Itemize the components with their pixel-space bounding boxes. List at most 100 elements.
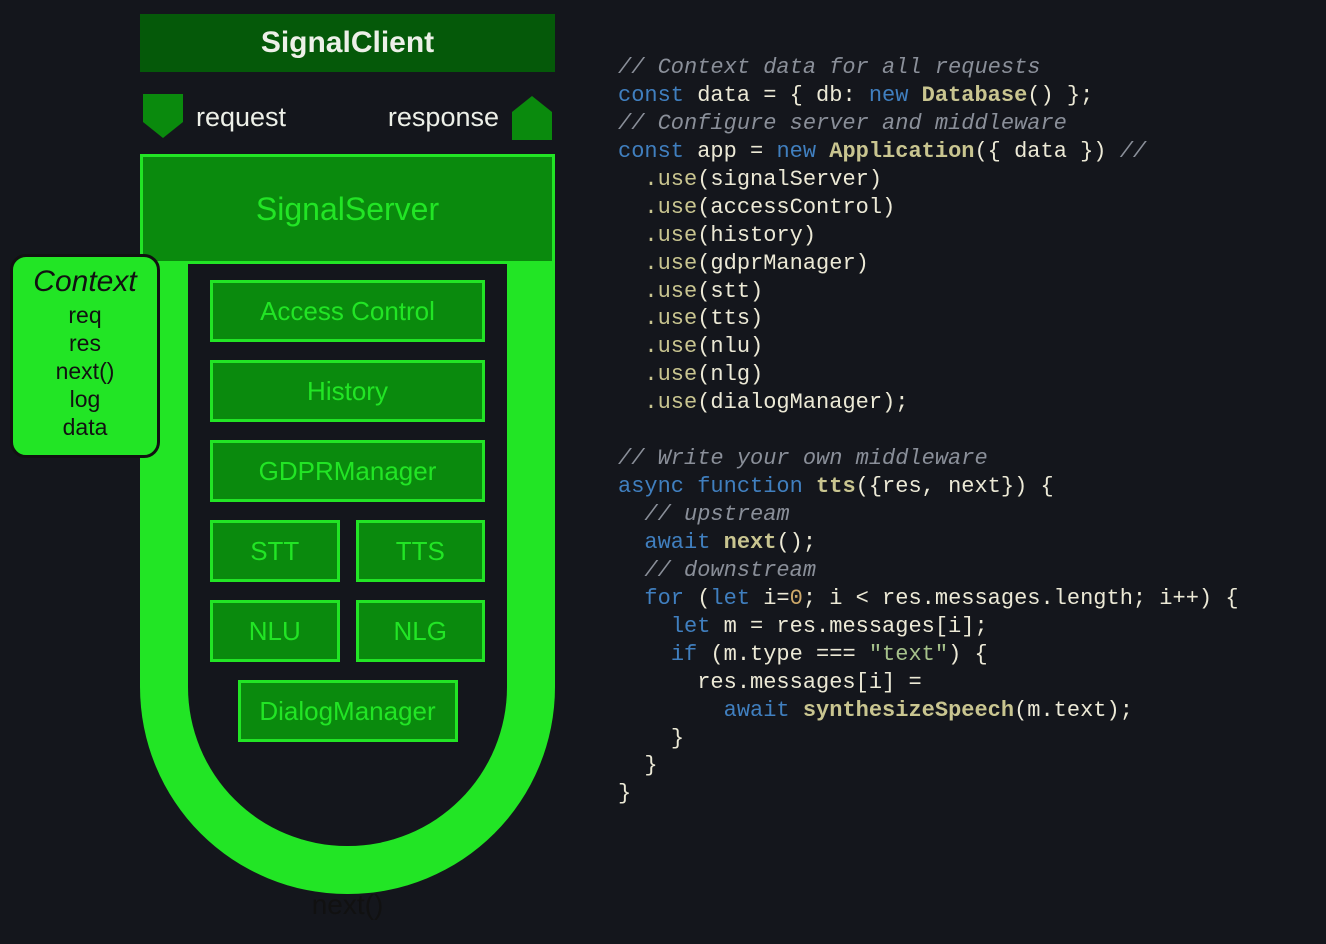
code-keyword: const — [618, 139, 684, 164]
code-call: synthesizeSpeech — [803, 698, 1014, 723]
code-punc: } — [618, 781, 631, 806]
mw-row-lang: NLU NLG — [210, 600, 485, 662]
code-listing: // Context data for all requests const d… — [618, 54, 1318, 808]
request-response-row: request response — [140, 94, 555, 140]
code-comment: // Context data for all requests — [618, 55, 1040, 80]
code-ident: stt — [710, 279, 750, 304]
code-punc: () }; — [1027, 83, 1093, 108]
code-ident: nlg — [710, 362, 750, 387]
code-punc: } — [671, 726, 684, 751]
context-items: req res next() log data — [13, 301, 157, 441]
code-method: .use — [644, 390, 697, 415]
context-item: log — [13, 385, 157, 413]
code-punc: ({res, next}) { — [856, 474, 1054, 499]
mw-dialog-manager: DialogManager — [238, 680, 458, 742]
code-method: .use — [644, 251, 697, 276]
context-title: Context — [13, 265, 157, 299]
code-string: "text" — [869, 642, 948, 667]
mw-nlu: NLU — [210, 600, 340, 662]
code-keyword: function — [697, 474, 803, 499]
signal-server-box: SignalServer — [140, 154, 555, 264]
code-keyword: async — [618, 474, 684, 499]
code-punc: m = res.messages[i]; — [710, 614, 987, 639]
request-label: request — [196, 102, 286, 133]
code-ident: signalServer — [710, 167, 868, 192]
context-item: data — [13, 413, 157, 441]
mw-label: NLG — [394, 616, 447, 647]
code-class: Database — [922, 83, 1028, 108]
code-keyword: new — [776, 139, 816, 164]
mw-label: DialogManager — [259, 696, 435, 727]
code-punc: = — [737, 139, 777, 164]
code-punc: (m.type === — [697, 642, 869, 667]
code-keyword: new — [869, 83, 909, 108]
code-punc: ( — [684, 586, 710, 611]
code-punc: ; i < res.messages.length; i++) { — [803, 586, 1239, 611]
code-keyword: let — [710, 586, 750, 611]
code-ident: db — [816, 83, 842, 108]
code-keyword: const — [618, 83, 684, 108]
code-keyword: if — [671, 642, 697, 667]
code-punc: ({ data }) — [974, 139, 1119, 164]
mw-label: TTS — [396, 536, 445, 567]
mw-tts: TTS — [356, 520, 486, 582]
mw-label: GDPRManager — [259, 456, 437, 487]
code-keyword: for — [644, 586, 684, 611]
code-method: .use — [644, 279, 697, 304]
code-number: 0 — [790, 586, 803, 611]
signal-client-label: SignalClient — [261, 26, 434, 60]
mw-row-speech: STT TTS — [210, 520, 485, 582]
code-keyword: let — [671, 614, 711, 639]
code-comment: // — [1120, 139, 1146, 164]
response-marker: response — [388, 94, 555, 140]
code-ident: history — [710, 223, 802, 248]
pipe-next-label: next() — [140, 889, 555, 921]
code-ident: gdprManager — [710, 251, 855, 276]
code-method: .use — [644, 223, 697, 248]
code-class: Application — [829, 139, 974, 164]
arrow-up-icon — [509, 94, 555, 140]
code-keyword: await — [644, 530, 710, 555]
code-fn-name: tts — [816, 474, 856, 499]
mw-stt: STT — [210, 520, 340, 582]
code-comment: // Write your own middleware — [618, 446, 988, 471]
code-punc: : — [842, 83, 868, 108]
mw-label: NLU — [249, 616, 301, 647]
code-method: .use — [644, 167, 697, 192]
context-item: req — [13, 301, 157, 329]
response-label: response — [388, 102, 499, 133]
code-punc: ) { — [948, 642, 988, 667]
code-punc: = { — [750, 83, 816, 108]
code-ident: dialogManager — [710, 390, 882, 415]
mw-access-control: Access Control — [210, 280, 485, 342]
arrow-down-icon — [140, 94, 186, 140]
code-keyword: await — [724, 698, 790, 723]
mw-gdpr: GDPRManager — [210, 440, 485, 502]
code-ident: data — [697, 83, 750, 108]
mw-label: Access Control — [260, 296, 435, 327]
code-punc: (); — [776, 530, 816, 555]
code-call: next — [724, 530, 777, 555]
code-method: .use — [644, 306, 697, 331]
architecture-diagram: SignalClient request response SignalServ… — [10, 14, 575, 934]
code-method: .use — [644, 334, 697, 359]
code-ident: accessControl — [710, 195, 882, 220]
mw-nlg: NLG — [356, 600, 486, 662]
mw-label: STT — [250, 536, 299, 567]
code-punc: } — [644, 753, 657, 778]
code-comment: // Configure server and middleware — [618, 111, 1067, 136]
code-method: .use — [644, 362, 697, 387]
signal-server-label: SignalServer — [256, 191, 439, 228]
mw-label: History — [307, 376, 388, 407]
code-punc: res.messages[i] = — [618, 670, 922, 695]
request-marker: request — [140, 94, 286, 140]
code-ident: app — [697, 139, 737, 164]
context-item: next() — [13, 357, 157, 385]
code-punc: (m.text); — [1014, 698, 1133, 723]
code-ident: nlu — [710, 334, 750, 359]
code-comment: // upstream — [644, 502, 789, 527]
context-item: res — [13, 329, 157, 357]
code-ident: tts — [710, 306, 750, 331]
code-comment: // downstream — [644, 558, 816, 583]
signal-client-box: SignalClient — [140, 14, 555, 72]
